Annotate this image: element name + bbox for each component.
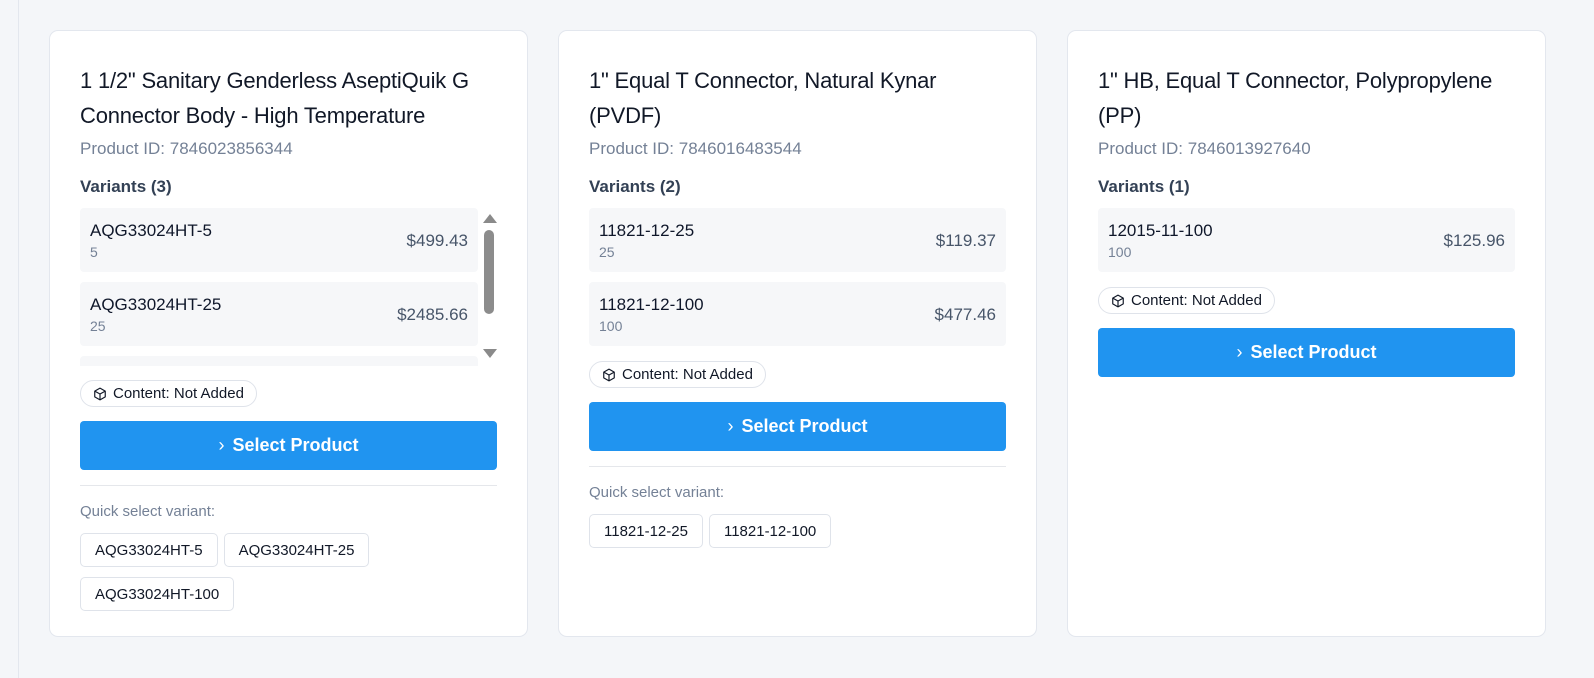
variant-list: 12015-11-100 100 $125.96 [1098, 208, 1515, 282]
scroll-down-arrow-icon[interactable] [483, 349, 497, 358]
variant-row-partial[interactable] [80, 356, 478, 366]
select-product-label: Select Product [1250, 342, 1377, 362]
variant-price: $2485.66 [397, 305, 468, 324]
quick-variant-chip[interactable]: AQG33024HT-5 [80, 533, 218, 567]
variants-label: Variants (1) [1098, 177, 1190, 196]
variant-sku: 11821-12-100 [599, 295, 704, 314]
divider [80, 485, 497, 486]
variant-quantity: 25 [599, 244, 615, 260]
variant-sku: 11821-12-25 [599, 221, 695, 240]
select-product-label: Select Product [232, 435, 359, 455]
content-status-badge: Content: Not Added [1098, 287, 1275, 314]
variants-label: Variants (2) [589, 177, 681, 196]
sidebar-edge [18, 0, 19, 678]
product-title: 1 1/2" Sanitary Genderless AseptiQuik G … [80, 68, 469, 128]
cube-icon [94, 387, 106, 400]
quick-variant-chip[interactable]: 11821-12-100 [708, 514, 832, 548]
variant-price: $119.37 [935, 231, 996, 250]
variant-sku: AQG33024HT-25 [90, 295, 222, 314]
chevron-right-icon: › [218, 435, 225, 455]
content-status-text: Content: Not Added [622, 366, 753, 383]
variant-price: $499.43 [406, 231, 468, 250]
variant-quantity: 100 [599, 318, 623, 334]
product-card: 1" Equal T Connector, Natural Kynar (PVD… [558, 30, 1037, 637]
variant-row[interactable]: 12015-11-100 100 $125.96 [1098, 208, 1515, 272]
content-status-badge: Content: Not Added [589, 361, 766, 388]
variant-quantity: 5 [90, 244, 98, 260]
product-title: 1" Equal T Connector, Natural Kynar (PVD… [589, 68, 937, 128]
quick-select-chips: AQG33024HT-5 AQG33024HT-25 AQG33024HT-10… [80, 533, 440, 611]
variant-quantity: 100 [1108, 244, 1132, 260]
variant-list: 11821-12-25 25 $119.37 11821-12-100 100 … [589, 208, 1006, 356]
scrollbar[interactable] [481, 212, 497, 360]
select-product-button[interactable]: › Select Product [589, 402, 1006, 451]
variant-list[interactable]: AQG33024HT-5 5 $499.43 AQG33024HT-25 25 … [80, 208, 497, 366]
cube-icon [603, 368, 615, 381]
select-product-button[interactable]: › Select Product [1098, 328, 1515, 377]
variants-label: Variants (3) [80, 177, 172, 196]
variant-row[interactable]: AQG33024HT-5 5 $499.43 [80, 208, 478, 272]
variant-price: $477.46 [934, 305, 996, 324]
divider [589, 466, 1006, 467]
quick-variant-chip[interactable]: 11821-12-25 [589, 514, 703, 548]
chevron-right-icon: › [1236, 342, 1243, 362]
product-card-grid: 1 1/2" Sanitary Genderless AseptiQuik G … [49, 30, 1546, 637]
variant-sku: 12015-11-100 [1108, 221, 1213, 240]
quick-variant-chip[interactable]: AQG33024HT-25 [223, 533, 370, 567]
product-id: Product ID: 7846016483544 [589, 139, 802, 158]
scroll-up-arrow-icon[interactable] [483, 214, 497, 223]
product-id: Product ID: 7846023856344 [80, 139, 293, 158]
content-status-badge: Content: Not Added [80, 380, 257, 407]
variant-row[interactable]: AQG33024HT-25 25 $2485.66 [80, 282, 478, 346]
product-title: 1" HB, Equal T Connector, Polypropylene … [1098, 68, 1493, 128]
cube-icon [1112, 294, 1124, 307]
content-status-text: Content: Not Added [1131, 292, 1262, 309]
select-product-label: Select Product [741, 416, 868, 436]
product-card: 1 1/2" Sanitary Genderless AseptiQuik G … [49, 30, 528, 637]
variant-quantity: 25 [90, 318, 106, 334]
product-id: Product ID: 7846013927640 [1098, 139, 1311, 158]
content-status-text: Content: Not Added [113, 385, 244, 402]
quick-variant-chip[interactable]: AQG33024HT-100 [80, 577, 235, 611]
quick-select-label: Quick select variant: [80, 503, 216, 520]
quick-select-label: Quick select variant: [589, 484, 725, 501]
chevron-right-icon: › [727, 416, 734, 436]
variant-price: $125.96 [1443, 231, 1505, 250]
select-product-button[interactable]: › Select Product [80, 421, 497, 470]
scrollbar-thumb[interactable] [484, 230, 494, 314]
quick-select-chips: 11821-12-25 11821-12-100 [589, 514, 949, 548]
variant-row[interactable]: 11821-12-25 25 $119.37 [589, 208, 1006, 272]
variant-row[interactable]: 11821-12-100 100 $477.46 [589, 282, 1006, 346]
product-card: 1" HB, Equal T Connector, Polypropylene … [1067, 30, 1546, 637]
variant-sku: AQG33024HT-5 [90, 221, 212, 240]
